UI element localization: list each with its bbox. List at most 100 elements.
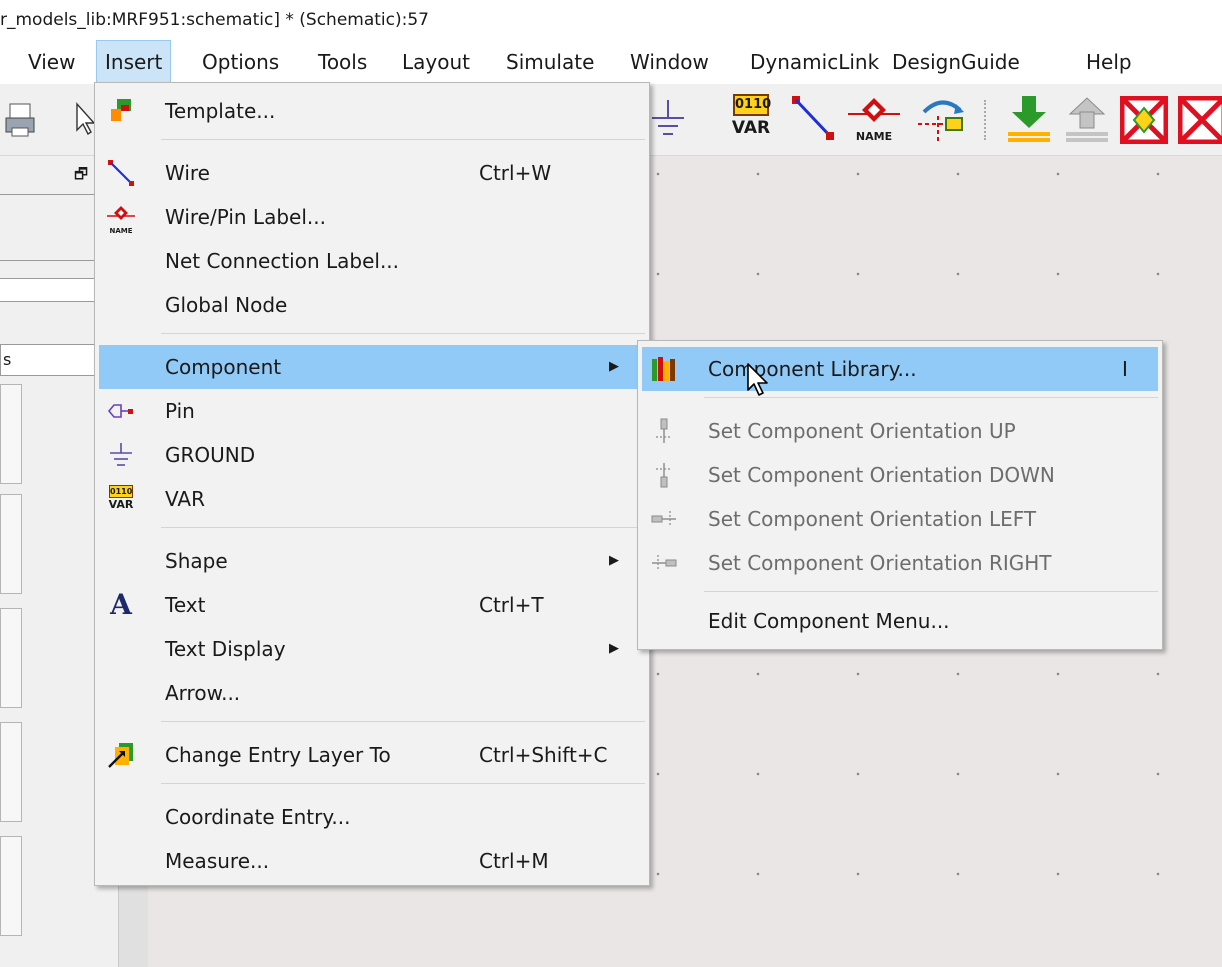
menu-separator: [161, 527, 645, 528]
menu-item-orientation-left[interactable]: Set Component Orientation LEFT: [642, 497, 1158, 541]
menu-item-wire[interactable]: Wire Ctrl+W: [99, 151, 645, 195]
panel-palette-button[interactable]: [0, 384, 22, 484]
select-arrow-icon[interactable]: [74, 102, 96, 136]
menu-item-text[interactable]: A Text Ctrl+T: [99, 583, 645, 627]
menu-item-shortcut: I: [1122, 357, 1128, 381]
menu-separator: [161, 333, 645, 334]
component-submenu: Component Library... I Set Component Ori…: [637, 340, 1163, 650]
menu-item-label: Wire/Pin Label...: [165, 205, 326, 229]
menu-item-arrow[interactable]: Arrow...: [99, 671, 645, 715]
menu-tools[interactable]: Tools: [314, 40, 371, 84]
menu-item-measure[interactable]: Measure... Ctrl+M: [99, 839, 645, 883]
menu-options[interactable]: Options: [198, 40, 283, 84]
menu-item-label: Arrow...: [165, 681, 241, 705]
panel-dropdown[interactable]: s: [0, 344, 96, 376]
submenu-arrow-icon: ▶: [609, 641, 619, 656]
deactivate-short-icon[interactable]: [1178, 96, 1222, 144]
menu-item-label: Change Entry Layer To: [165, 743, 391, 767]
menubar: View Insert Options Tools Layout Simulat…: [0, 40, 1222, 84]
orient-down-icon: [656, 463, 672, 488]
menu-item-ground[interactable]: GROUND: [99, 433, 645, 477]
menu-item-change-entry-layer[interactable]: Change Entry Layer To Ctrl+Shift+C: [99, 733, 645, 777]
print-icon[interactable]: [4, 100, 38, 140]
panel-input[interactable]: [0, 278, 96, 302]
menu-item-label: Shape: [165, 549, 228, 573]
menu-view[interactable]: View: [24, 40, 79, 84]
menu-layout[interactable]: Layout: [398, 40, 474, 84]
menu-dynamiclink[interactable]: DynamicLink: [746, 40, 883, 84]
wire-label-icon: NAME: [107, 203, 135, 235]
menu-item-label: Text: [165, 593, 206, 617]
menu-insert[interactable]: Insert: [96, 40, 172, 84]
panel-palette-button[interactable]: [0, 836, 22, 936]
menu-item-label: Component Library...: [708, 357, 917, 381]
menu-item-wire-pin-label[interactable]: NAME Wire/Pin Label...: [99, 195, 645, 239]
menu-item-component[interactable]: Component ▶: [99, 345, 645, 389]
menu-item-label: Edit Component Menu...: [708, 609, 950, 633]
menu-item-label: Set Component Orientation DOWN: [708, 463, 1055, 487]
menu-item-pin[interactable]: Pin: [99, 389, 645, 433]
menu-item-orientation-right[interactable]: Set Component Orientation RIGHT: [642, 541, 1158, 585]
wire-label-icon-text: NAME: [109, 227, 133, 235]
insert-menu: Template... Wire Ctrl+W NAME Wire/Pin La…: [94, 82, 650, 886]
ground-tool-icon[interactable]: [648, 98, 688, 142]
menu-item-component-library[interactable]: Component Library... I: [642, 347, 1158, 391]
menu-item-var[interactable]: 0110 VAR VAR: [99, 477, 645, 521]
menu-item-shortcut: Ctrl+M: [479, 849, 549, 873]
menu-separator: [704, 397, 1158, 398]
name-label-diamond-icon: [848, 98, 900, 122]
restore-window-icon[interactable]: 🗗: [74, 164, 88, 189]
mouse-cursor-icon: [747, 363, 768, 396]
menu-item-label: Set Component Orientation RIGHT: [708, 551, 1052, 575]
name-label-tool-icon[interactable]: NAME: [846, 94, 902, 146]
var-icon: 0110 VAR: [107, 485, 135, 513]
var-icon-top: 0110: [109, 485, 133, 498]
pop-up-icon[interactable]: [1062, 94, 1112, 146]
menu-simulate[interactable]: Simulate: [502, 40, 598, 84]
vertical-scrollbar[interactable]: [118, 880, 148, 967]
pin-icon: [107, 404, 133, 418]
var-tool-icon-top: 0110: [733, 94, 771, 116]
menu-separator: [704, 591, 1158, 592]
menu-item-label: Set Component Orientation LEFT: [708, 507, 1037, 531]
menu-item-template[interactable]: Template...: [99, 89, 645, 133]
menu-item-shape[interactable]: Shape ▶: [99, 539, 645, 583]
menu-item-global-node[interactable]: Global Node: [99, 283, 645, 327]
menu-item-label: VAR: [165, 487, 205, 511]
connection-tool-icon[interactable]: [916, 94, 970, 144]
wire-tool-icon[interactable]: [790, 94, 838, 144]
menu-item-net-connection-label[interactable]: Net Connection Label...: [99, 239, 645, 283]
menu-separator: [161, 139, 645, 140]
orient-up-icon: [656, 418, 672, 443]
var-tool-icon[interactable]: 0110 VAR: [728, 94, 774, 146]
panel-divider: [0, 260, 96, 261]
menu-item-label: Text Display: [165, 637, 286, 661]
menu-item-orientation-up[interactable]: Set Component Orientation UP: [642, 409, 1158, 453]
deactivate-component-icon[interactable]: [1120, 96, 1168, 144]
menu-item-orientation-down[interactable]: Set Component Orientation DOWN: [642, 453, 1158, 497]
panel-palette-button[interactable]: [0, 608, 22, 708]
menu-help[interactable]: Help: [1082, 40, 1136, 84]
menu-item-text-display[interactable]: Text Display ▶: [99, 627, 645, 671]
text-icon: A: [110, 588, 132, 621]
panel-palette-button[interactable]: [0, 494, 22, 594]
menu-item-shortcut: Ctrl+T: [479, 593, 544, 617]
panel-divider: [0, 194, 96, 195]
menu-window[interactable]: Window: [626, 40, 713, 84]
push-down-icon[interactable]: [1004, 94, 1054, 146]
menu-item-label: Net Connection Label...: [165, 249, 400, 273]
ground-icon: [110, 443, 132, 466]
library-books-icon: [652, 357, 675, 381]
menu-separator: [161, 783, 645, 784]
menu-item-coordinate-entry[interactable]: Coordinate Entry...: [99, 795, 645, 839]
menu-item-shortcut: Ctrl+Shift+C: [479, 743, 608, 767]
menu-item-shortcut: Ctrl+W: [479, 161, 552, 185]
change-layer-icon: [108, 743, 133, 768]
wire-icon: [108, 160, 134, 186]
menu-item-edit-component-menu[interactable]: Edit Component Menu...: [642, 599, 1158, 643]
menu-designguide[interactable]: DesignGuide: [888, 40, 1024, 84]
panel-palette-button[interactable]: [0, 722, 22, 822]
submenu-arrow-icon: ▶: [609, 553, 619, 568]
menu-item-label: GROUND: [165, 443, 256, 467]
orient-right-icon: [652, 555, 677, 571]
